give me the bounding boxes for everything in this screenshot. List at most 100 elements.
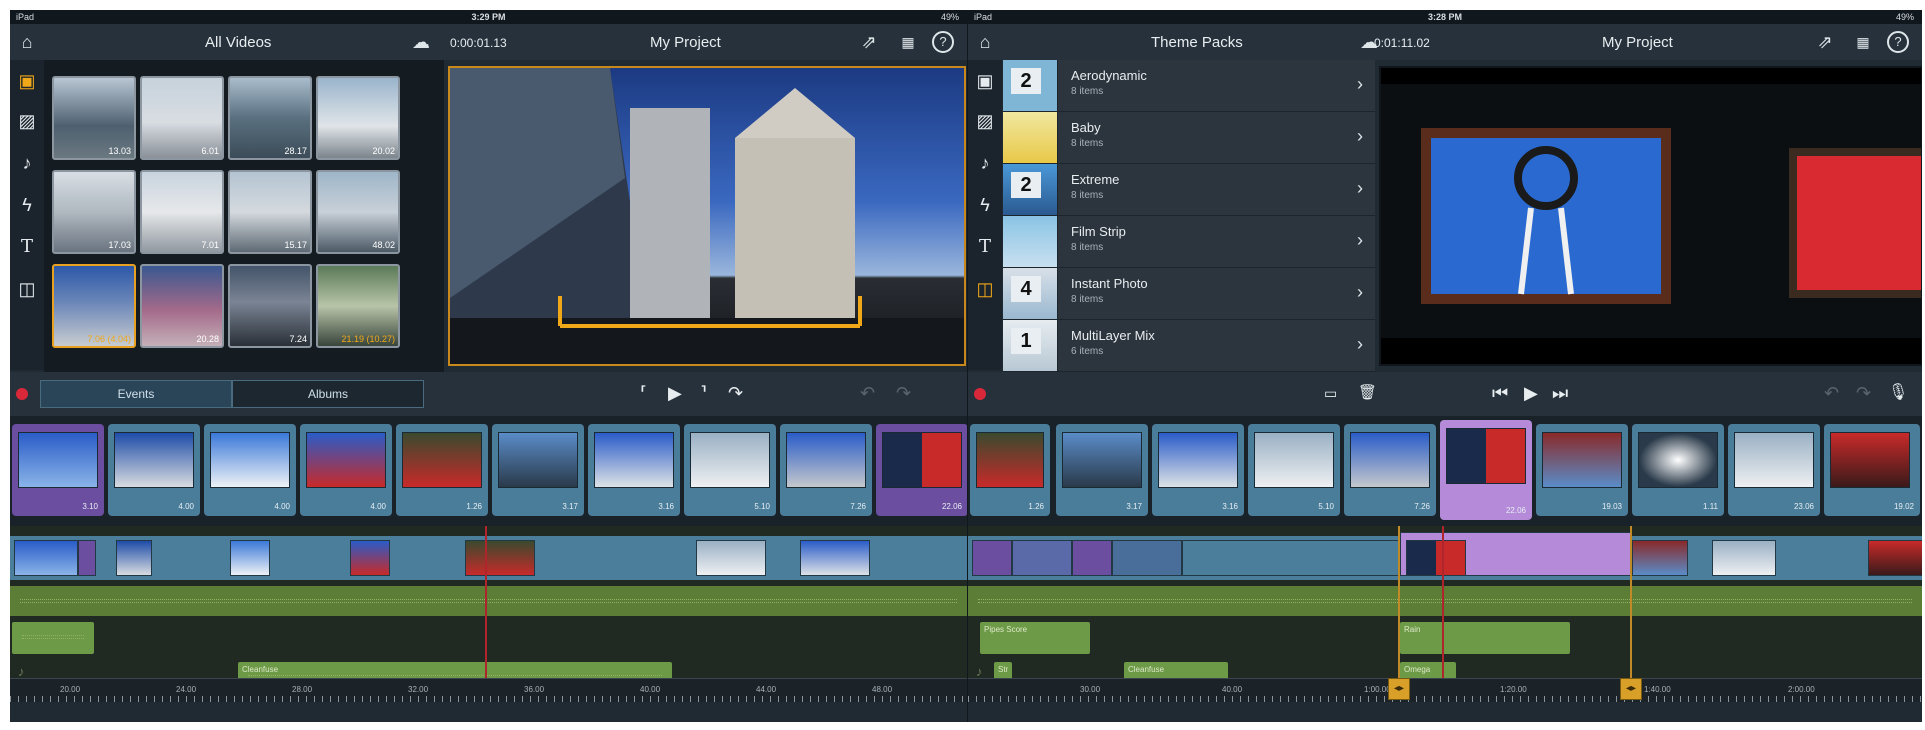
storyboard-icon[interactable]: ▭ <box>1324 382 1337 404</box>
range-marker-end[interactable]: ◂▸ <box>1620 678 1642 700</box>
storyboard-clip[interactable]: 22.06 <box>876 424 967 516</box>
theme-row[interactable]: Film Strip 8 items › <box>1003 216 1375 268</box>
timeline-clip[interactable] <box>1632 540 1688 576</box>
video-preview[interactable] <box>448 66 966 366</box>
home-icon[interactable]: ⌂ <box>974 32 996 52</box>
storyboard-clip[interactable]: 19.03 <box>1536 424 1628 516</box>
timeline-clip[interactable] <box>465 540 535 576</box>
storyboard-clip-selected[interactable]: 22.06 <box>1440 420 1532 520</box>
video-track[interactable] <box>968 532 1922 580</box>
storyboard-clip[interactable]: 4.00 <box>108 424 200 516</box>
storyboard-clip[interactable]: 7.26 <box>1344 424 1436 516</box>
timeline-clip[interactable] <box>230 540 270 576</box>
video-thumb[interactable]: 20.02 <box>316 76 400 160</box>
mark-in-icon[interactable]: ⸢ <box>640 382 647 404</box>
range-marker-start[interactable]: ◂▸ <box>1388 678 1410 700</box>
video-thumb[interactable]: 15.17 <box>228 170 312 254</box>
video-thumb-selected[interactable]: 7.06 (4.04) <box>52 264 136 348</box>
storyboard-clip[interactable]: 19.02 <box>1824 424 1920 516</box>
video-thumb[interactable]: 6.01 <box>140 76 224 160</box>
music-icon[interactable]: ♪ <box>974 152 996 174</box>
storyboard-clip[interactable]: 3.17 <box>1056 424 1148 516</box>
storyboard-clip[interactable]: 23.06 <box>1728 424 1820 516</box>
text-icon[interactable]: T <box>16 236 38 258</box>
timeline-clip[interactable] <box>1868 540 1922 576</box>
video-track[interactable] <box>10 536 967 580</box>
storyboard-clip[interactable]: 1.26 <box>970 424 1050 516</box>
timeline-clip[interactable] <box>972 540 1012 576</box>
storyboard-clip[interactable]: 7.26 <box>780 424 872 516</box>
undo-icon[interactable]: ↶ <box>860 382 875 404</box>
storyboard-clip[interactable]: 5.10 <box>1248 424 1340 516</box>
music-icon[interactable]: ♪ <box>16 152 38 174</box>
settings-icon[interactable]: ▦ <box>897 32 919 52</box>
timeline-clip[interactable] <box>1112 540 1182 576</box>
film-icon[interactable]: ▣ <box>16 70 38 92</box>
record-button[interactable] <box>16 388 28 400</box>
audio-track-main[interactable] <box>10 586 967 616</box>
playhead[interactable] <box>485 526 487 678</box>
export-icon[interactable]: ⇗ <box>1814 32 1836 52</box>
mark-out-icon[interactable]: ⸣ <box>700 382 707 404</box>
video-thumb[interactable]: 7.01 <box>140 170 224 254</box>
timeline-clip[interactable] <box>1072 540 1112 576</box>
record-button[interactable] <box>974 388 986 400</box>
tab-events[interactable]: Events <box>40 380 232 408</box>
redo-icon[interactable]: ↷ <box>1856 382 1871 404</box>
time-ruler[interactable]: 20.00 24.00 28.00 32.00 36.00 40.00 44.0… <box>10 678 967 702</box>
layers-icon[interactable]: ◫ <box>974 278 996 300</box>
theme-preview[interactable] <box>1379 66 1922 366</box>
timeline-clip[interactable] <box>116 540 152 576</box>
theme-row[interactable]: 2 Extreme 8 items › <box>1003 164 1375 216</box>
redo-icon[interactable]: ↷ <box>896 382 911 404</box>
storyboard-clip[interactable]: 3.16 <box>588 424 680 516</box>
audio-clip[interactable] <box>12 622 94 654</box>
theme-row[interactable]: 2 Aerodynamic 8 items › <box>1003 60 1375 112</box>
microphone-icon[interactable]: 🎙 <box>1888 382 1908 404</box>
home-icon[interactable]: ⌂ <box>16 32 38 52</box>
timeline-clip[interactable] <box>1712 540 1776 576</box>
video-thumb[interactable]: 48.02 <box>316 170 400 254</box>
trash-icon[interactable]: 🗑 <box>1358 382 1377 404</box>
help-icon[interactable]: ? <box>932 31 954 53</box>
video-thumb[interactable]: 17.03 <box>52 170 136 254</box>
storyboard-clip[interactable]: 3.16 <box>1152 424 1244 516</box>
settings-icon[interactable]: ▦ <box>1852 32 1874 52</box>
audio-track-main[interactable] <box>968 586 1922 616</box>
storyboard-clip[interactable]: 1.26 <box>396 424 488 516</box>
timeline-clip[interactable] <box>800 540 870 576</box>
timeline-clip[interactable] <box>14 540 78 576</box>
layers-icon[interactable]: ◫ <box>16 278 38 300</box>
storyboard-clip[interactable]: 3.17 <box>492 424 584 516</box>
text-icon[interactable]: T <box>974 236 996 258</box>
video-thumb[interactable]: 7.24 <box>228 264 312 348</box>
timeline-clip[interactable] <box>350 540 390 576</box>
lightning-icon[interactable]: ϟ <box>16 194 38 216</box>
video-thumb[interactable]: 20.28 <box>140 264 224 348</box>
photo-icon[interactable]: ▨ <box>16 110 38 132</box>
brain-icon[interactable]: ☁ <box>408 32 434 52</box>
skip-back-icon[interactable]: ⏮ <box>1492 382 1508 404</box>
storyboard-clip[interactable]: 4.00 <box>204 424 296 516</box>
undo-icon[interactable]: ↶ <box>1824 382 1839 404</box>
timeline-clip[interactable] <box>1182 540 1412 576</box>
video-thumb[interactable]: 21.19 (10.27) <box>316 264 400 348</box>
storyboard-clip[interactable]: 4.00 <box>300 424 392 516</box>
insert-icon[interactable]: ↷ <box>728 382 743 404</box>
film-icon[interactable]: ▣ <box>974 70 996 92</box>
photo-icon[interactable]: ▨ <box>974 110 996 132</box>
playhead[interactable] <box>1442 526 1444 678</box>
lightning-icon[interactable]: ϟ <box>974 194 996 216</box>
audio-clip[interactable]: Rain <box>1400 622 1570 654</box>
video-thumb[interactable]: 13.03 <box>52 76 136 160</box>
timeline-clip-thumb[interactable] <box>1406 540 1466 576</box>
export-icon[interactable]: ⇗ <box>858 32 880 52</box>
storyboard-clip[interactable]: 3.10 <box>12 424 104 516</box>
storyboard-clip[interactable]: 5.10 <box>684 424 776 516</box>
video-thumb[interactable]: 28.17 <box>228 76 312 160</box>
play-button[interactable]: ▶ <box>668 382 682 404</box>
theme-row[interactable]: Baby 8 items › <box>1003 112 1375 164</box>
timeline-clip[interactable] <box>1012 540 1072 576</box>
timeline-clip[interactable] <box>696 540 766 576</box>
audio-clip[interactable]: Pipes Score <box>980 622 1090 654</box>
